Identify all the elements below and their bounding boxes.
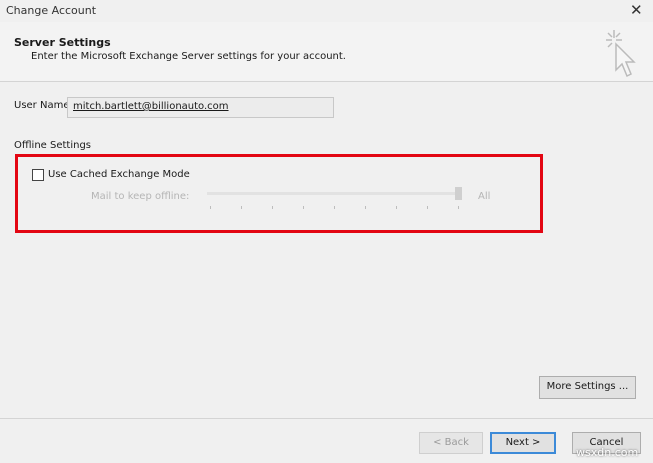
back-button[interactable]: < Back [419,432,483,454]
more-settings-button[interactable]: More Settings ... [539,376,636,399]
slider-tick [427,206,428,209]
slider-tick [210,206,211,209]
page-subtitle: Enter the Microsoft Exchange Server sett… [31,51,346,62]
slider-tick [272,206,273,209]
mail-offline-label: Mail to keep offline: [91,191,190,202]
cached-mode-checkbox[interactable] [32,169,44,181]
cursor-sparkle-icon [606,30,636,78]
header-panel: Server Settings Enter the Microsoft Exch… [0,22,653,82]
page-title: Server Settings [14,36,111,49]
offline-settings-label: Offline Settings [14,140,92,151]
next-button[interactable]: Next > [490,432,556,454]
close-icon[interactable]: ✕ [630,1,643,19]
slider-tick [241,206,242,209]
window-title: Change Account [6,4,97,17]
slider-tick [334,206,335,209]
watermark: wsxdn.com [576,446,639,459]
user-name-field[interactable]: mitch.bartlett@billionauto.com [67,97,334,118]
user-name-label: User Name: [14,100,73,111]
mail-offline-slider-thumb[interactable] [455,187,462,200]
divider [0,418,653,419]
mail-offline-slider-track[interactable] [207,192,462,195]
cached-mode-label[interactable]: Use Cached Exchange Mode [48,169,190,180]
mail-offline-value: All [478,191,491,202]
slider-tick [458,206,459,209]
slider-tick [396,206,397,209]
slider-tick [365,206,366,209]
slider-tick [303,206,304,209]
